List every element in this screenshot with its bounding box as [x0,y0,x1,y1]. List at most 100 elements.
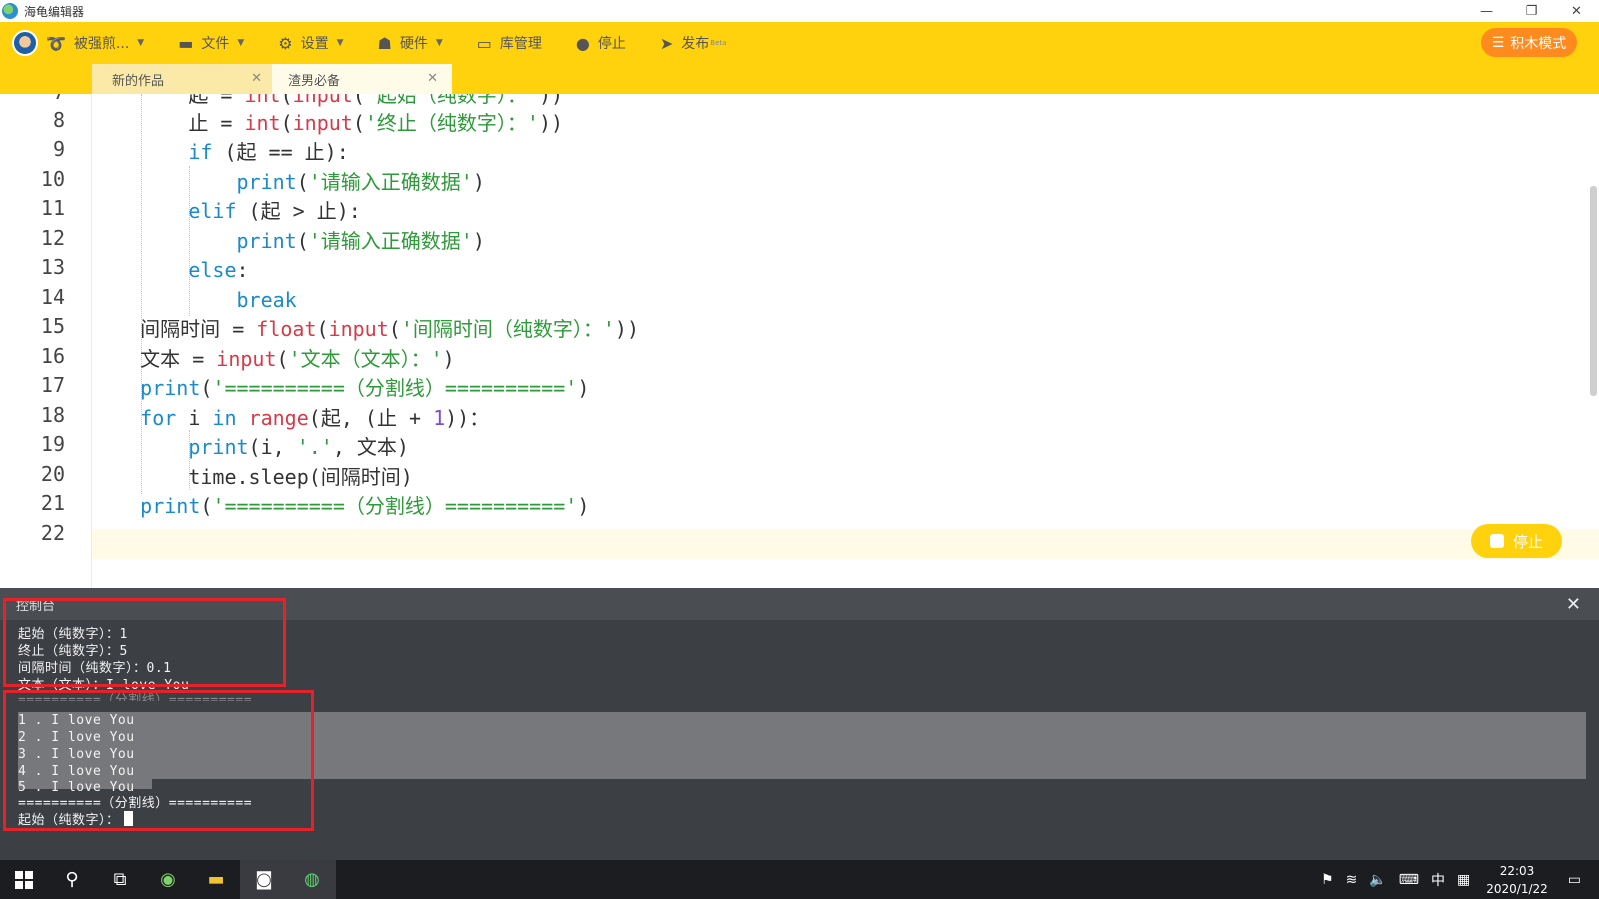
close-window-button[interactable]: ✕ [1554,0,1599,22]
windows-icon [15,870,33,889]
code-token: i [176,406,213,430]
wifi-icon[interactable]: ≋ [1346,872,1358,888]
user-menu[interactable]: ➰ 被强煎... ▼ [46,22,144,64]
code-line[interactable]: 间隔时间 = float(input('间隔时间（纯数字）：')) [92,314,639,344]
line-number: 11 [40,196,65,220]
line-number: 21 [40,491,65,515]
system-tray: ⚑ ≋ 🔈 ⌨ 中 ▦ 22:03 2020/1/22 ▭ [1315,862,1599,898]
console-panel[interactable]: 控制台 ✕ 起始（纯数字）：1 终止（纯数字）：5 间隔时间（纯数字）：0.1 … [0,588,1599,860]
code-token: ) [577,494,590,518]
hardware-menu-label: 硬件 [399,36,428,52]
taskbar-app-capture[interactable]: ◙ [240,860,288,899]
code-token: ) [442,347,455,371]
chevron-down-icon: ▼ [435,38,443,48]
stop-label: 停止 [597,36,626,52]
code-token: '起始（纯数字）：' [364,94,539,107]
task-view-button[interactable]: ⧉ [96,860,144,899]
app-logo-icon [2,3,18,19]
code-token: ) [472,229,485,253]
code-token: '请输入正确数据' [308,170,473,194]
highlight-box-output [3,690,314,831]
code-token: )) [538,94,564,107]
tab-active-file[interactable]: 渣男必备 ✕ [272,64,452,94]
code-token: 文本 = [140,347,217,371]
code-token: ( [280,111,293,135]
hardware-menu[interactable]: ☗ 硬件 ▼ [378,22,443,64]
code-token: print [188,435,249,459]
start-button[interactable] [0,860,48,899]
vertical-scrollbar[interactable] [1590,186,1597,396]
code-token: 起 = [188,94,245,107]
code-token: input [328,317,389,341]
search-button[interactable]: ⚲ [48,860,96,899]
code-token: ( [200,376,213,400]
code-token: ( [388,317,401,341]
code-line[interactable]: else: [92,255,249,285]
code-token: print [236,229,297,253]
code-token: print [140,376,201,400]
code-token: ( [276,347,289,371]
code-token: float [256,317,317,341]
close-console-icon[interactable]: ✕ [1566,594,1581,615]
code-line[interactable]: print('请输入正确数据') [92,167,485,197]
task-view-icon: ⧉ [113,869,127,890]
taskbar-app-explorer[interactable]: ▬ [192,860,240,899]
floating-stop-label: 停止 [1512,532,1543,551]
code-line[interactable]: time.sleep(间隔时间) [92,462,413,492]
tab-new-work[interactable]: 新的作品 ✕ [92,64,272,94]
code-line[interactable]: print('==========（分割线）==========') [92,491,589,521]
code-token: print [140,494,201,518]
code-editor[interactable]: 7 8 9 10 11 12 13 14 15 16 17 18 19 20 2… [0,94,1599,588]
network-tray-icon[interactable]: ⚑ [1321,872,1334,888]
line-number: 10 [40,167,65,191]
volume-icon[interactable]: 🔈 [1369,872,1386,888]
code-token: int [244,94,281,107]
restore-button[interactable]: ❐ [1509,0,1554,22]
code-line[interactable]: 止 = int(input('终止（纯数字）：')) [92,108,563,138]
clock[interactable]: 22:03 2020/1/22 [1486,862,1548,898]
blocks-mode-label: 积木模式 [1510,35,1567,52]
code-line[interactable]: print('==========（分割线）==========') [92,373,589,403]
code-line[interactable]: if (起 == 止): [92,137,348,167]
settings-menu[interactable]: ⚙ 设置 ▼ [278,22,343,64]
paper-plane-icon: ➤ [659,33,674,53]
blocks-mode-button[interactable]: ☰ 积木模式 [1481,28,1577,57]
minimize-button[interactable]: — [1464,0,1509,22]
code-token: '文本（文本）：' [288,347,443,371]
library-manager-button[interactable]: ▭ 库管理 [477,22,542,64]
code-token: (起 > 止): [236,199,361,223]
avatar[interactable] [12,30,38,56]
code-line[interactable]: print('请输入正确数据') [92,226,485,256]
stop-button[interactable]: ● 停止 [576,22,626,64]
line-number: 16 [40,344,65,368]
code-line[interactable]: 文本 = input('文本（文本）：') [92,344,455,374]
code-token: : [236,258,249,282]
code-token: ( [352,111,365,135]
close-tab-icon[interactable]: ✕ [251,71,262,86]
code-token: ( [200,494,213,518]
tab-label: 新的作品 [112,73,165,89]
publish-button[interactable]: ➤ 发布 Beta [660,22,727,64]
line-number: 14 [40,285,65,309]
floating-stop-button[interactable]: 停止 [1471,524,1562,558]
ime-indicator[interactable]: 中 [1431,870,1445,890]
code-token: ) [472,170,485,194]
code-line[interactable]: elif (起 > 止): [92,196,361,226]
code-line[interactable]: break [92,285,297,315]
highlight-box-input [3,598,286,687]
close-tab-icon[interactable]: ✕ [427,71,438,86]
library-icon: ▭ [476,33,492,53]
code-token: input [216,347,277,371]
file-menu[interactable]: ▬ 文件 ▼ [178,22,244,64]
ime-mode-icon[interactable]: ▦ [1457,872,1470,888]
taskbar-app-editor[interactable]: ◍ [288,860,336,899]
taskbar-app-turtle[interactable]: ◉ [144,860,192,899]
code-line[interactable]: print(i, '.', 文本) [92,432,409,462]
notification-icon[interactable]: ▭ [1568,872,1581,888]
line-number: 17 [40,373,65,397]
code-line[interactable]: for i in range(起, (止 + 1))： [92,403,489,433]
keyboard-icon[interactable]: ⌨ [1399,872,1419,888]
code-token: ( [280,94,293,107]
code-token: '==========（分割线）==========' [212,494,578,518]
clock-date: 2020/1/22 [1486,881,1548,896]
